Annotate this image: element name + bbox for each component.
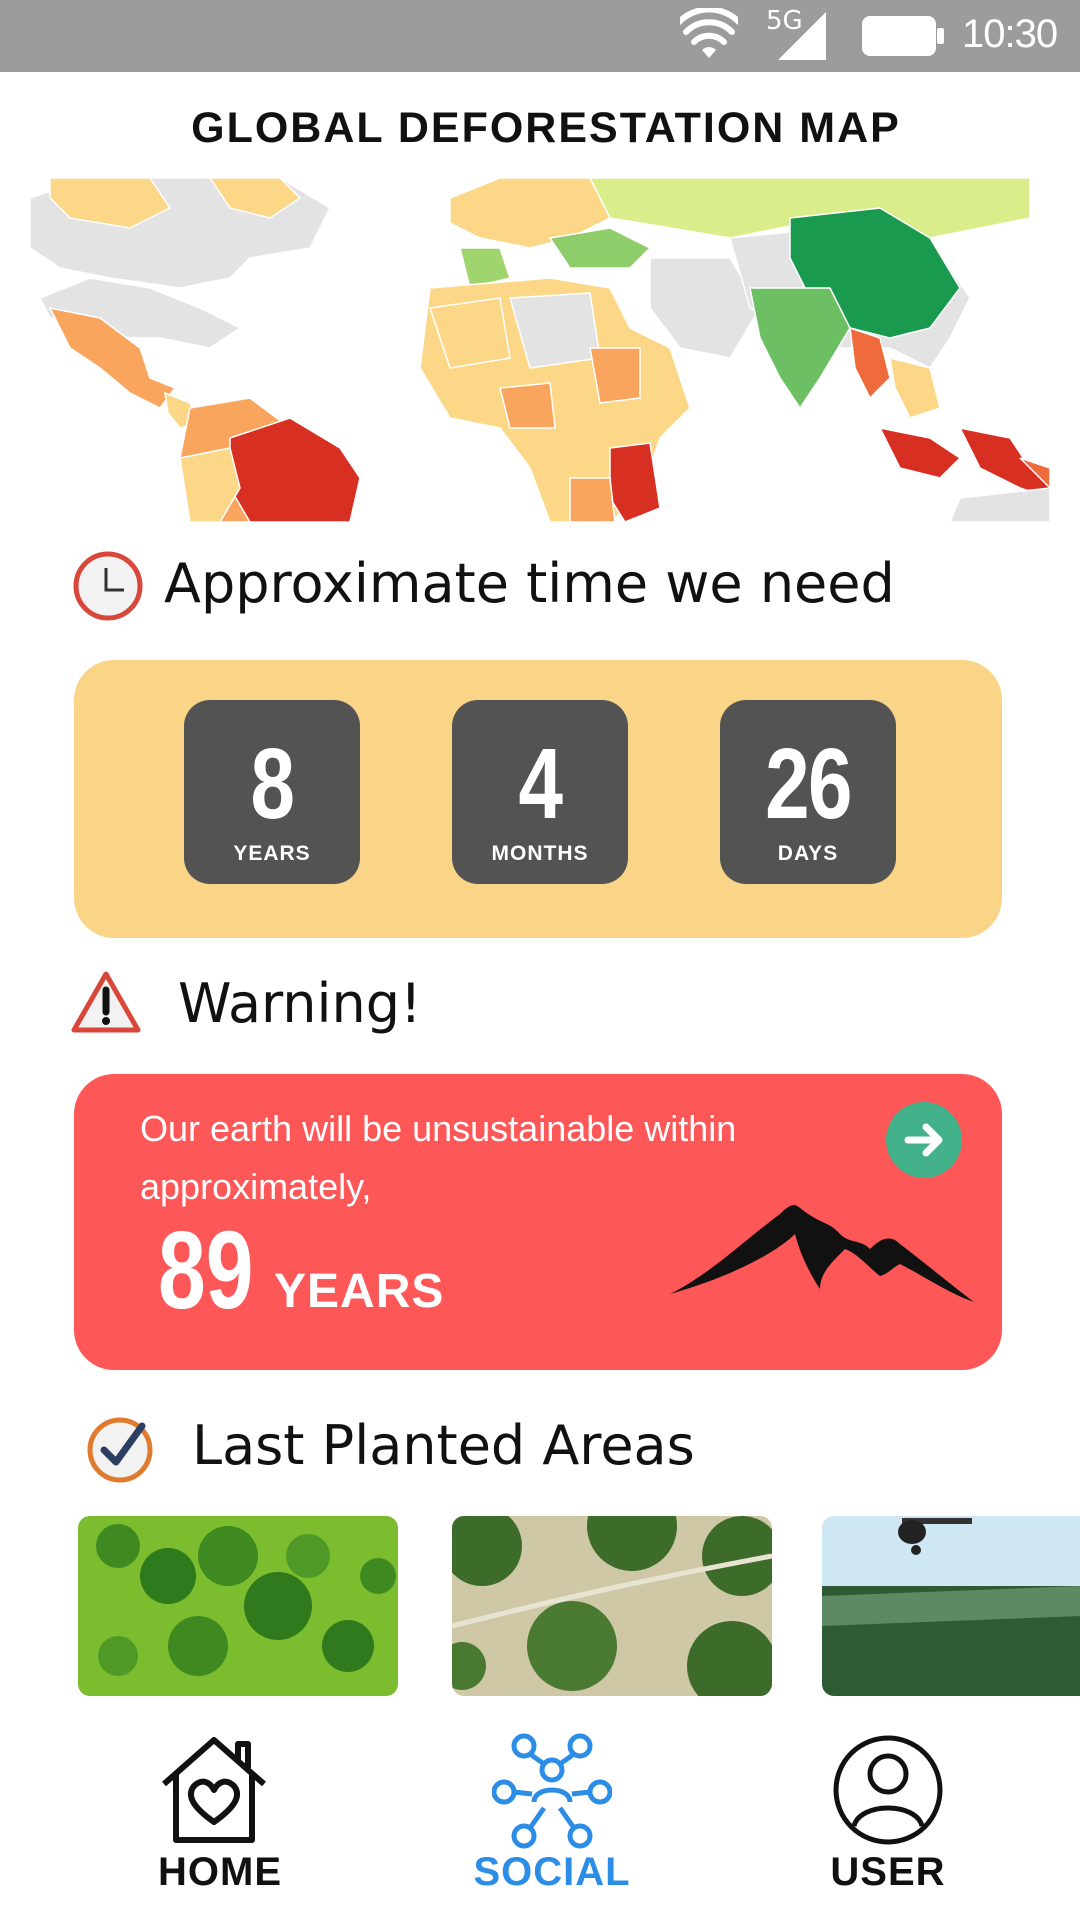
mountain-icon [670,1205,974,1302]
planted-area-photo[interactable] [822,1516,1080,1696]
warning-card[interactable]: Our earth will be unsustainable within a… [74,1074,1002,1370]
forest-aerial-image [78,1516,398,1696]
countdown-days-tile: 26 DAYS [720,700,896,884]
warning-details-button[interactable] [886,1102,962,1178]
countdown-years-value: 8 [250,728,296,840]
nav-user-label[interactable]: USER [788,1850,988,1895]
arrow-right-icon [904,1123,943,1157]
countdown-months-unit: MONTHS [491,842,589,865]
countdown-days-unit: DAYS [777,842,839,865]
countdown-panel: 8 YEARS 4 MONTHS 26 DAYS [74,660,1002,938]
home-heart-icon[interactable] [154,1730,274,1850]
last-planted-heading: Last Planted Areas [192,1414,695,1477]
wifi-icon [680,8,738,58]
clock-icon [73,551,143,621]
meadow-aerial-image [452,1516,772,1696]
status-bar: 5G 10:30 [0,0,1080,72]
countdown-months-tile: 4 MONTHS [452,700,628,884]
status-time: 10:30 [962,12,1058,56]
countdown-years-tile: 8 YEARS [184,700,360,884]
warning-triangle-icon [71,971,141,1033]
warning-years-value: 89 [158,1209,254,1332]
drone-forest-image [822,1516,1080,1696]
world-map-graphic [30,178,1050,522]
check-clock-icon [87,1417,153,1483]
countdown-years-unit: YEARS [233,842,311,865]
battery-icon [862,16,944,56]
deforestation-map[interactable] [30,178,1050,522]
warning-heading: Warning! [178,972,422,1035]
nav-social-label[interactable]: SOCIAL [452,1850,652,1895]
planted-area-photo[interactable] [452,1516,772,1696]
cell-signal-icon [778,12,826,60]
countdown-months-value: 4 [518,728,564,840]
countdown-days-value: 26 [765,728,852,840]
warning-years-unit: YEARS [274,1265,445,1318]
page-title: GLOBAL DEFORESTATION MAP [191,104,901,152]
planted-area-photo[interactable] [78,1516,398,1696]
nav-home-label[interactable]: HOME [120,1850,320,1895]
social-network-icon[interactable] [492,1730,612,1850]
user-icon[interactable] [828,1730,948,1850]
time-needed-heading: Approximate time we need [164,552,895,615]
